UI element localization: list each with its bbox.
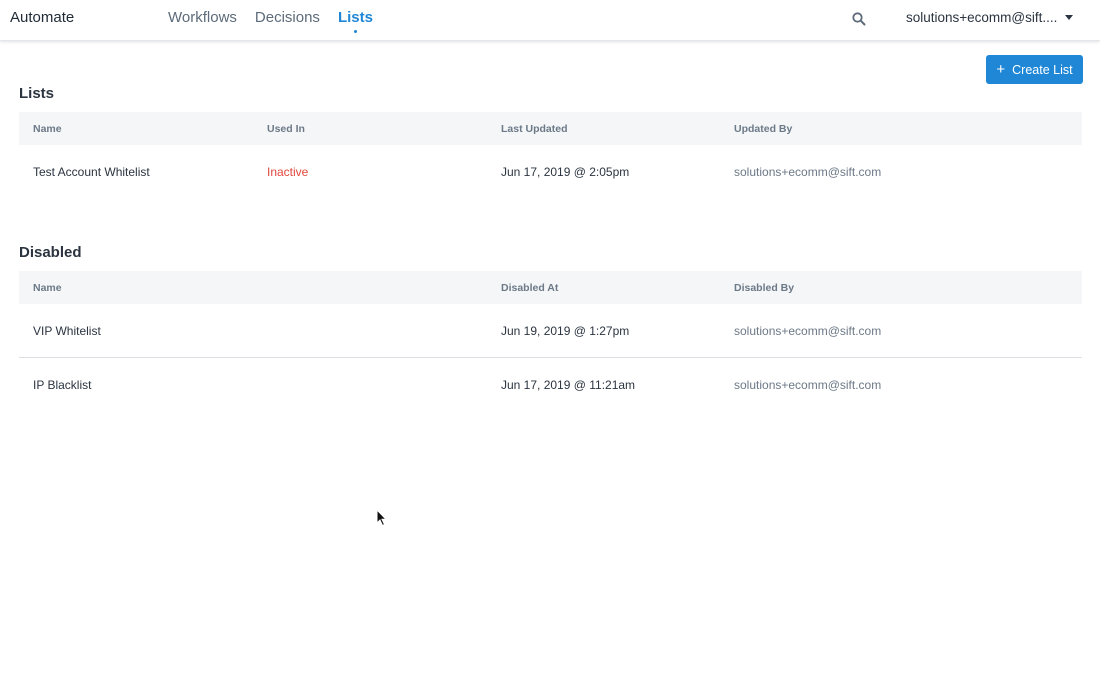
main-tabs: Workflows Decisions Lists: [168, 9, 373, 33]
used-in-status: Inactive: [267, 165, 309, 179]
updated-by: solutions+ecomm@sift.com: [734, 165, 882, 179]
tab-workflows[interactable]: Workflows: [168, 9, 237, 26]
top-navigation-bar: Automate Workflows Decisions Lists solut…: [0, 0, 1100, 41]
column-header-name: Name: [33, 123, 62, 135]
create-list-button[interactable]: + Create List: [986, 55, 1083, 84]
tab-lists[interactable]: Lists: [337, 9, 373, 33]
tab-decisions[interactable]: Decisions: [255, 9, 320, 26]
mouse-cursor-icon: [376, 508, 388, 527]
lists-table-header: Name Used In Last Updated Updated By: [19, 112, 1082, 145]
active-tab-indicator: [354, 30, 358, 33]
column-header-disabled-by: Disabled By: [734, 282, 795, 294]
chevron-down-icon: [1065, 15, 1074, 20]
plus-icon: +: [996, 60, 1006, 78]
disabled-at: Jun 17, 2019 @ 11:21am: [501, 378, 636, 392]
list-name[interactable]: VIP Whitelist: [33, 324, 101, 338]
disabled-section-title: Disabled: [19, 244, 82, 261]
lists-section-title: Lists: [19, 85, 55, 102]
column-header-last-updated: Last Updated: [501, 123, 568, 135]
list-name[interactable]: Test Account Whitelist: [33, 165, 150, 179]
disabled-by: solutions+ecomm@sift.com: [734, 378, 882, 392]
disabled-table: Name Disabled At Disabled By VIP Whiteli…: [19, 271, 1082, 412]
list-name[interactable]: IP Blacklist: [33, 378, 91, 392]
column-header-disabled-at: Disabled At: [501, 282, 559, 294]
create-list-label: Create List: [1012, 62, 1073, 77]
last-updated: Jun 17, 2019 @ 2:05pm: [501, 165, 630, 179]
disabled-at: Jun 19, 2019 @ 1:27pm: [501, 324, 630, 338]
disabled-by: solutions+ecomm@sift.com: [734, 324, 882, 338]
column-header-updated-by: Updated By: [734, 123, 793, 135]
table-row[interactable]: Test Account Whitelist Inactive Jun 17, …: [19, 145, 1082, 199]
table-row[interactable]: VIP Whitelist Jun 19, 2019 @ 1:27pm solu…: [19, 304, 1082, 358]
user-menu[interactable]: solutions+ecomm@sift....: [906, 10, 1074, 25]
lists-table: Name Used In Last Updated Updated By Tes…: [19, 112, 1082, 199]
table-row[interactable]: IP Blacklist Jun 17, 2019 @ 11:21am solu…: [19, 358, 1082, 412]
search-icon[interactable]: [851, 11, 867, 27]
disabled-table-header: Name Disabled At Disabled By: [19, 271, 1082, 304]
tab-lists-label: Lists: [337, 9, 373, 26]
user-email: solutions+ecomm@sift....: [906, 10, 1058, 25]
column-header-used-in: Used In: [267, 123, 305, 135]
app-title: Automate: [10, 9, 75, 26]
column-header-name: Name: [33, 282, 62, 294]
